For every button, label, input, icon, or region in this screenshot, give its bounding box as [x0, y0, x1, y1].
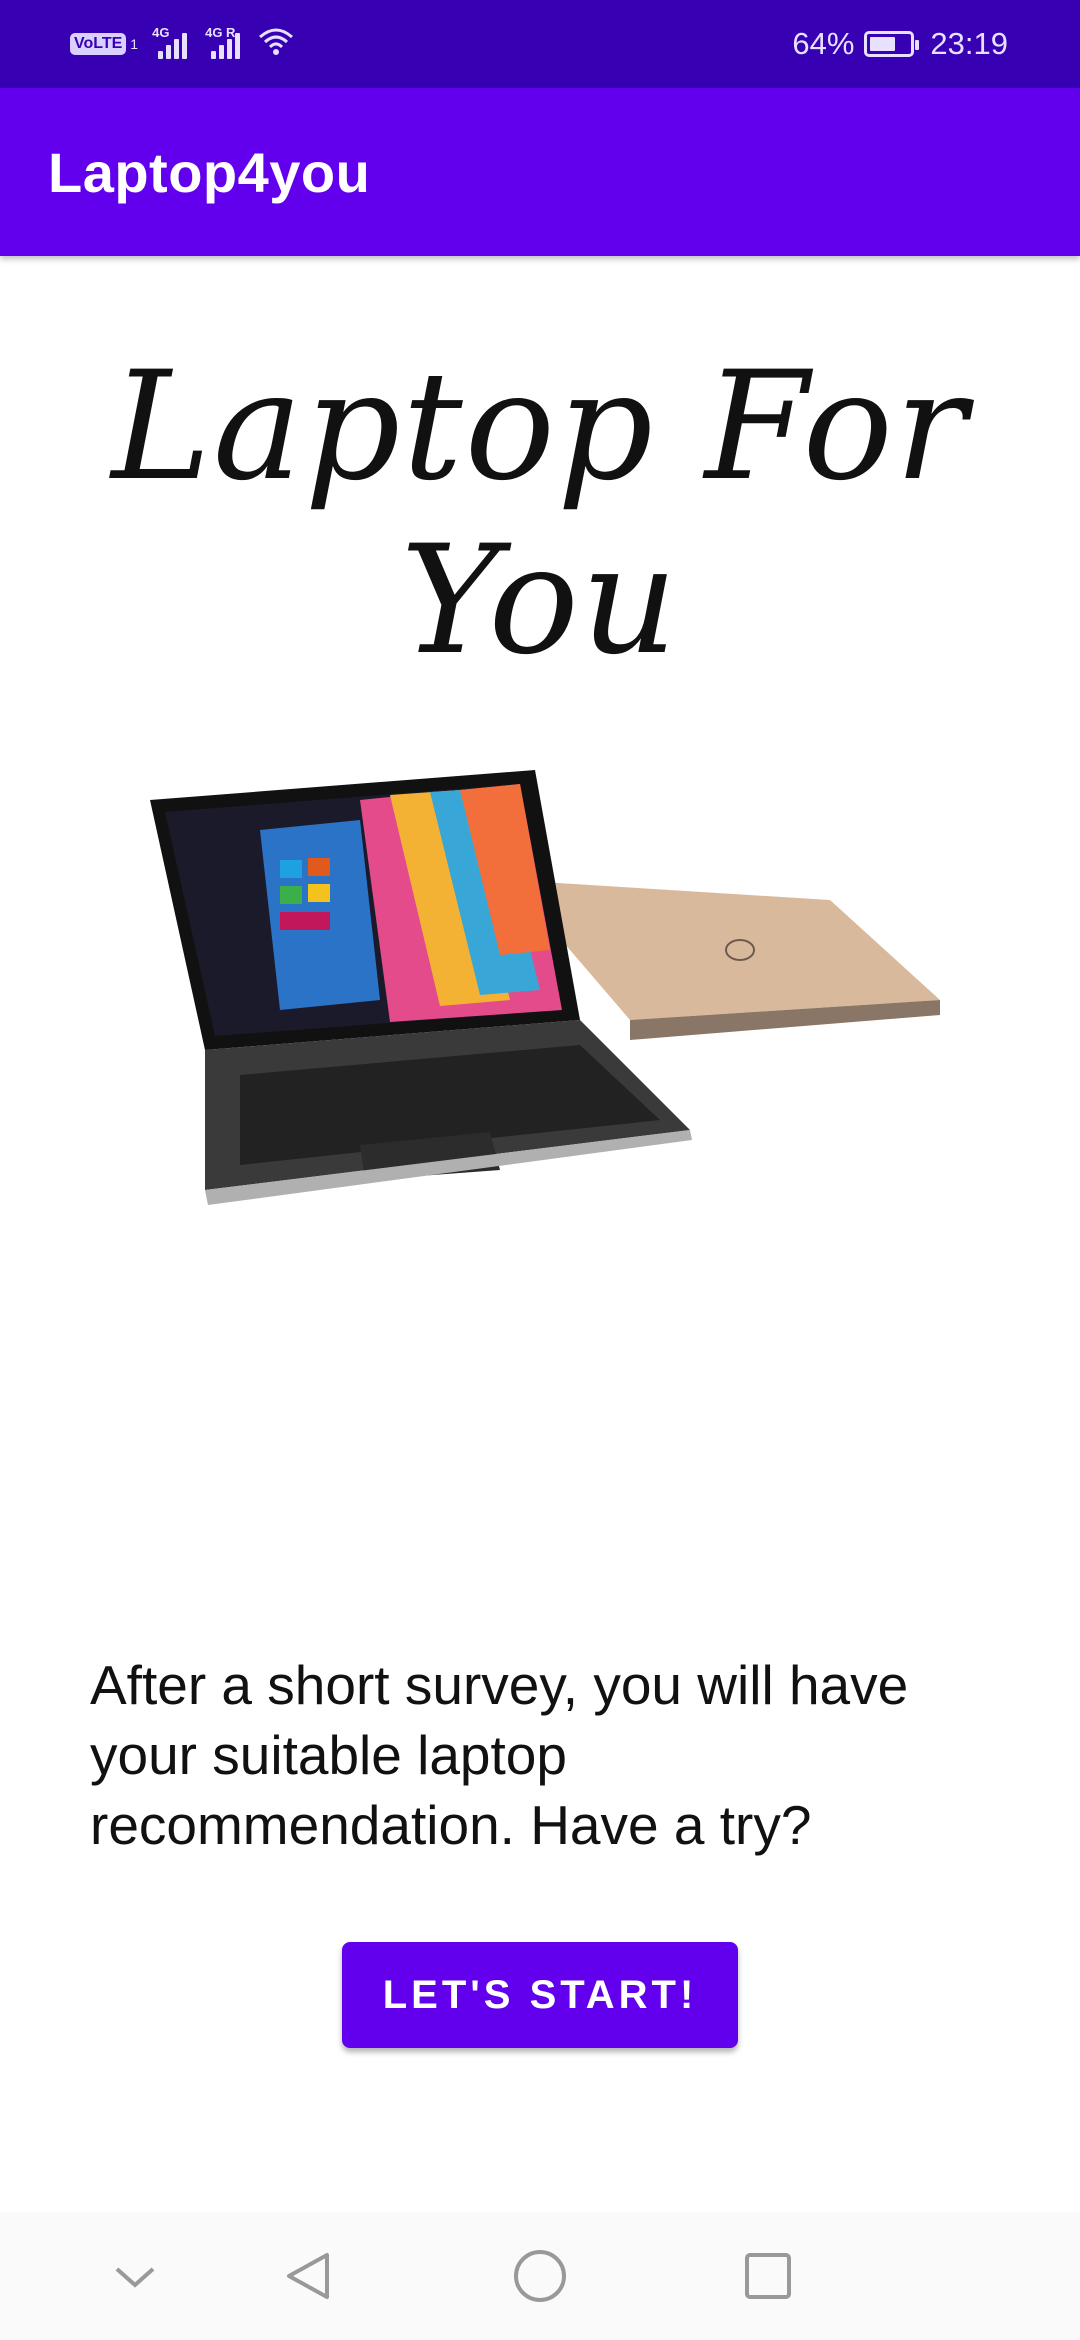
volte-badge: VoLTE	[70, 33, 127, 55]
app-title: Laptop4you	[48, 141, 371, 204]
status-icons-right: 64% 23:19	[792, 20, 1008, 68]
wifi-icon	[258, 27, 294, 62]
network-type-1: 4G	[152, 25, 170, 40]
status-bar: VoLTE 1 4G 4G R 64% 23:19	[0, 0, 1080, 88]
laptop-image	[130, 700, 960, 1260]
signal-icon: 4G R	[205, 25, 241, 59]
description-text: After a short survey, you will have your…	[90, 1654, 909, 1856]
status-icons-left: VoLTE 1 4G 4G R	[70, 22, 294, 66]
battery-icon	[864, 31, 920, 57]
home-icon[interactable]	[500, 2236, 580, 2316]
back-icon[interactable]	[268, 2236, 348, 2316]
app-bar: Laptop4you	[0, 88, 1080, 256]
navigation-bar	[0, 2212, 1080, 2340]
clock: 23:19	[930, 26, 1008, 61]
hero-title: Laptop For You	[111, 340, 969, 688]
recents-icon[interactable]	[728, 2236, 808, 2316]
chevron-down-icon[interactable]	[95, 2236, 175, 2316]
sim-number: 1	[130, 36, 139, 52]
battery-percent: 64%	[792, 26, 855, 61]
lets-start-button[interactable]: LET'S START!	[342, 1942, 738, 2048]
signal-icon: 4G	[152, 25, 188, 59]
network-type-2: 4G R	[205, 25, 236, 40]
